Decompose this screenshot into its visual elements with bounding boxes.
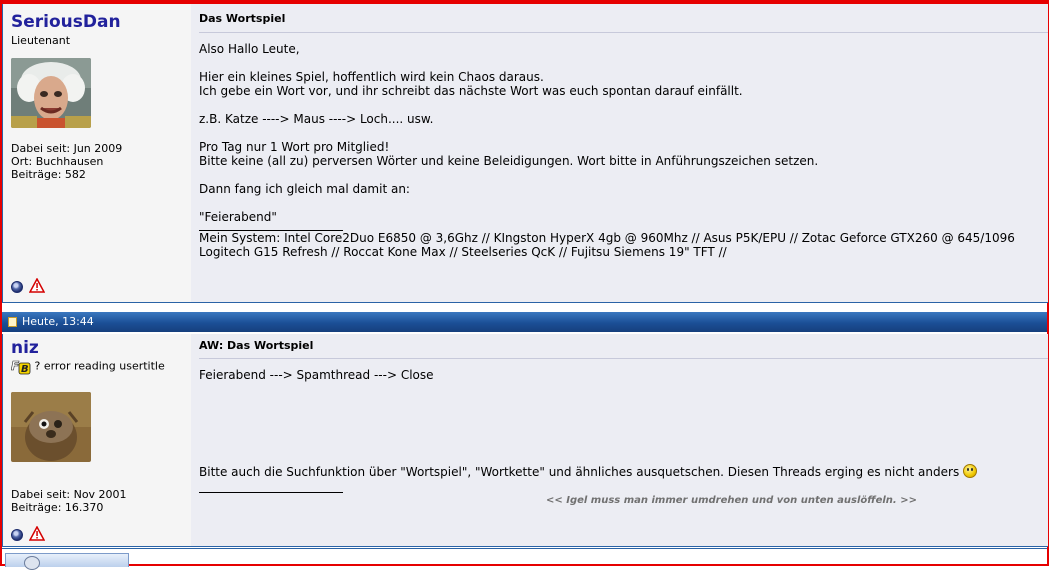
signature-line: Mein System: Intel Core2Duo E6850 @ 3,6G… — [199, 231, 1015, 245]
online-status-icon[interactable] — [11, 529, 23, 541]
body-line: Also Hallo Leute, — [199, 42, 300, 56]
post-body-text: Bitte auch die Suchfunktion über "Wortsp… — [199, 465, 960, 479]
post-icons — [11, 525, 46, 544]
body-line: Pro Tag nur 1 Wort pro Mitglied! — [199, 140, 390, 154]
avatar[interactable] — [11, 392, 91, 462]
title-divider — [199, 358, 1048, 359]
post-icons — [11, 277, 46, 296]
user-title: Lieutenant — [11, 34, 71, 47]
title-divider — [199, 32, 1048, 33]
post-2: niz FB ? error reading usertitle Dabei s… — [2, 334, 1048, 547]
user-info-panel: niz FB ? error reading usertitle Dabei s… — [3, 334, 191, 546]
report-post-icon[interactable] — [28, 525, 46, 544]
post-content: Das Wortspiel Also Hallo Leute, Hier ein… — [191, 4, 1048, 302]
post-icon — [8, 317, 17, 327]
post-content: AW: Das Wortspiel Feierabend ---> Spamth… — [191, 334, 1048, 546]
avatar[interactable] — [11, 58, 91, 128]
post-title: AW: Das Wortspiel — [199, 339, 314, 352]
bottom-divider — [2, 548, 1047, 549]
body-line: Bitte keine (all zu) perversen Wörter un… — [199, 154, 819, 168]
report-post-icon[interactable] — [28, 277, 46, 296]
user-info-panel: SeriousDan Lieutenant Dabei seit: Jun 20… — [3, 4, 191, 302]
body-line: Ich gebe ein Wort vor, und ihr schreibt … — [199, 84, 743, 98]
signature-line: Logitech G15 Refresh // Roccat Kone Max … — [199, 245, 727, 259]
post-header-bar: Heute, 13:44 — [2, 312, 1047, 332]
signature-text: << Igel muss man immer umdrehen und von … — [546, 495, 917, 506]
fb-rank-icon: FB — [11, 358, 31, 375]
location: Ort: Buchhausen — [11, 155, 104, 168]
post-title: Das Wortspiel — [199, 12, 286, 25]
post-body: Also Hallo Leute, Hier ein kleines Spiel… — [199, 42, 1015, 259]
user-title: ? error reading usertitle — [34, 359, 165, 373]
body-line: z.B. Katze ----> Maus ----> Loch.... usw… — [199, 112, 434, 126]
post-1: SeriousDan Lieutenant Dabei seit: Jun 20… — [2, 4, 1048, 303]
reply-button[interactable] — [5, 553, 129, 570]
post-date: Heute, 13:44 — [22, 315, 94, 328]
user-meta: Dabei seit: Nov 2001 Beiträge: 16.370 — [11, 488, 127, 514]
body-line: Hier ein kleines Spiel, hoffentlich wird… — [199, 70, 544, 84]
user-title-row: FB ? error reading usertitle — [11, 358, 165, 375]
user-meta: Dabei seit: Jun 2009 Ort: Buchhausen Bei… — [11, 142, 122, 181]
username-link[interactable]: niz — [11, 338, 39, 358]
post-count: Beiträge: 16.370 — [11, 501, 104, 514]
signature-divider — [199, 492, 343, 493]
post-count: Beiträge: 582 — [11, 168, 86, 181]
body-line: Dann fang ich gleich mal damit an: — [199, 182, 410, 196]
join-date: Dabei seit: Nov 2001 — [11, 488, 127, 501]
online-status-icon[interactable] — [11, 281, 23, 293]
join-date: Dabei seit: Jun 2009 — [11, 142, 123, 155]
username-link[interactable]: SeriousDan — [11, 12, 121, 32]
smiley-icon — [963, 464, 978, 478]
post-body-line: Bitte auch die Suchfunktion über "Wortsp… — [199, 464, 978, 479]
post-body-line: Feierabend ---> Spamthread ---> Close — [199, 368, 434, 382]
svg-text:B: B — [21, 364, 29, 375]
body-line: "Feierabend" — [199, 210, 277, 224]
